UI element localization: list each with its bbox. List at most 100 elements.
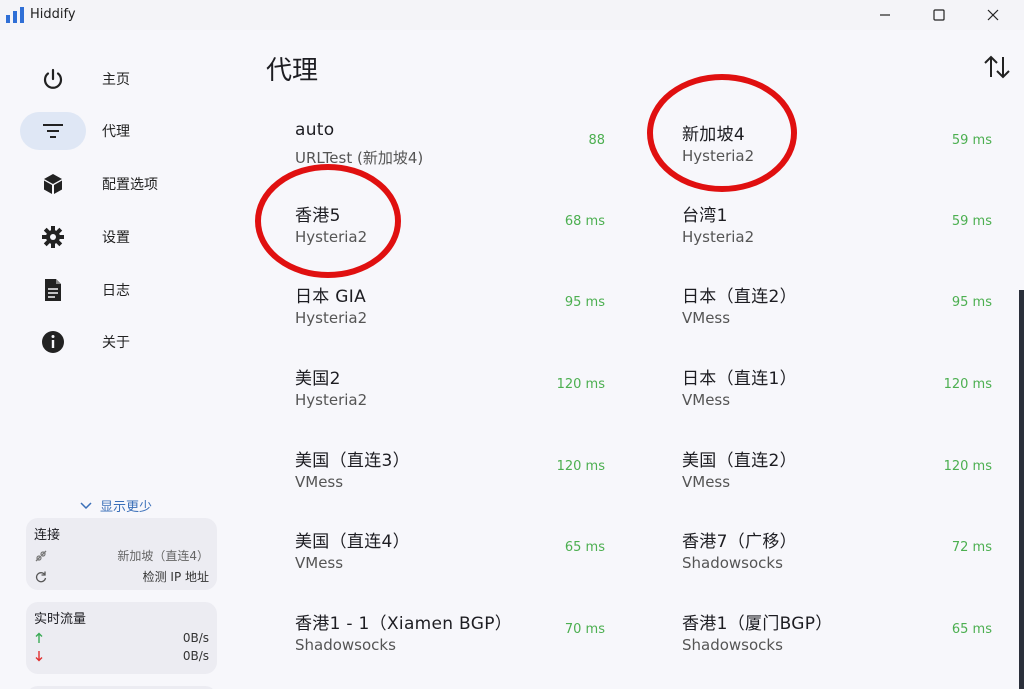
proxy-type: Hysteria2 [295, 309, 368, 327]
proxy-type: Hysteria2 [682, 147, 755, 165]
traffic-title: 实时流量 [34, 612, 87, 627]
connection-title: 连接 [34, 528, 61, 543]
proxy-delay: 95 ms [951, 295, 992, 310]
check-ip-label: 检测 IP 地址 [142, 570, 209, 584]
proxy-delay: 120 ms [943, 459, 992, 474]
proxy-item[interactable]: 美国2 Hysteria2 120 ms [295, 364, 605, 424]
proxy-type: VMess [682, 391, 731, 409]
proxy-type: Hysteria2 [682, 228, 755, 246]
close-icon [987, 9, 999, 21]
upload-arrow-icon [35, 632, 43, 643]
proxy-name: 美国2 [295, 369, 341, 389]
title-bar: Hiddify [0, 0, 1024, 30]
proxy-name: 新加坡4 [682, 125, 746, 145]
proxy-name: 香港1 - 1（Xiamen BGP） [295, 614, 513, 634]
traffic-card: 实时流量 0B/s 0B/s [26, 602, 217, 674]
proxy-type: VMess [682, 309, 731, 327]
sidebar-item-profiles[interactable]: 配置选项 [20, 165, 216, 203]
proxy-delay: 70 ms [564, 622, 605, 637]
proxy-delay: 59 ms [951, 133, 992, 148]
sidebar-item-label: 关于 [102, 335, 130, 351]
proxy-type: VMess [295, 554, 344, 572]
proxy-name: 香港7（广移） [682, 532, 797, 552]
filter-icon [43, 124, 63, 138]
outbound-name: 新加坡（直连4） [117, 549, 209, 563]
sidebar-item-logs[interactable]: 日志 [20, 271, 216, 309]
sidebar-item-label: 设置 [102, 230, 130, 246]
proxy-delay: 65 ms [564, 540, 605, 555]
upload-row: 0B/s [34, 631, 209, 645]
check-ip-row[interactable]: 检测 IP 地址 [34, 568, 209, 585]
download-arrow-icon [35, 651, 43, 662]
proxy-item[interactable]: 美国（直连4） VMess 65 ms [295, 527, 605, 587]
download-speed: 0B/s [182, 649, 209, 663]
proxy-name: 美国（直连4） [295, 532, 410, 552]
refresh-icon [35, 571, 47, 582]
proxy-type: Shadowsocks [295, 636, 396, 654]
sidebar: 主页 代理 配置选项 设置 日志 关于 显示更少 连接 新加坡（直连4） 检测 … [0, 30, 230, 689]
gear-icon [42, 226, 64, 248]
proxy-delay: 65 ms [951, 622, 992, 637]
proxy-delay: 68 ms [564, 214, 605, 229]
proxy-name: 美国（直连2） [682, 451, 797, 471]
box-icon [44, 174, 62, 194]
proxy-item[interactable]: 香港1 - 1（Xiamen BGP） Shadowsocks 70 ms [295, 609, 605, 669]
proxy-type: VMess [295, 473, 344, 491]
sidebar-item-proxies[interactable]: 代理 [20, 112, 216, 150]
proxy-item[interactable]: 日本（直连1） VMess 120 ms [682, 364, 992, 424]
info-icon [42, 331, 64, 353]
proxy-item[interactable]: 美国（直连2） VMess 120 ms [682, 446, 992, 506]
power-icon [43, 68, 63, 89]
proxy-name: 香港1（厦门BGP） [682, 614, 833, 634]
proxy-type: Shadowsocks [682, 554, 783, 572]
maximize-button[interactable] [916, 0, 962, 30]
sidebar-item-home[interactable]: 主页 [20, 60, 216, 98]
show-less-button[interactable]: 显示更少 [80, 496, 152, 515]
proxy-type: Shadowsocks [682, 636, 783, 654]
show-less-label: 显示更少 [100, 500, 153, 515]
proxy-name: auto [295, 120, 335, 140]
outbound-row[interactable]: 新加坡（直连4） [34, 547, 209, 564]
sort-icon [984, 55, 1010, 79]
sidebar-item-about[interactable]: 关于 [20, 323, 216, 361]
proxy-item[interactable]: 新加坡4 Hysteria2 59 ms [682, 120, 992, 180]
sort-button[interactable] [982, 54, 1012, 80]
upload-speed: 0B/s [182, 631, 209, 645]
proxy-item[interactable]: 美国（直连3） VMess 120 ms [295, 446, 605, 506]
proxy-delay: 95 ms [564, 295, 605, 310]
proxy-delay: 88 [588, 133, 605, 148]
proxy-delay: 59 ms [951, 214, 992, 229]
minimize-button[interactable] [862, 0, 908, 30]
proxy-name: 日本 GIA [295, 287, 367, 307]
connection-card: 连接 新加坡（直连4） 检测 IP 地址 [26, 518, 217, 590]
proxy-name: 香港5 [295, 206, 341, 226]
sidebar-item-label: 代理 [102, 124, 130, 140]
proxy-item[interactable]: 香港1（厦门BGP） Shadowsocks 65 ms [682, 609, 992, 669]
proxy-delay: 120 ms [556, 459, 605, 474]
proxy-delay: 120 ms [943, 377, 992, 392]
sidebar-item-label: 配置选项 [102, 177, 158, 193]
document-icon [45, 279, 61, 301]
proxy-name: 台湾1 [682, 206, 728, 226]
minimize-icon [880, 14, 890, 16]
maximize-icon [933, 9, 945, 21]
window-title: Hiddify [30, 7, 76, 22]
proxy-item[interactable]: auto URLTest (新加坡4) 88 [295, 120, 605, 180]
proxy-delay: 120 ms [556, 377, 605, 392]
proxy-item[interactable]: 日本 GIA Hysteria2 95 ms [295, 282, 605, 342]
proxy-type: Hysteria2 [295, 391, 368, 409]
proxy-name: 日本（直连1） [682, 369, 797, 389]
proxy-item[interactable]: 日本（直连2） VMess 95 ms [682, 282, 992, 342]
proxy-type: URLTest (新加坡4) [295, 149, 424, 167]
link-icon [35, 550, 47, 561]
hiddify-logo-icon [6, 7, 24, 23]
sidebar-item-label: 主页 [102, 72, 130, 88]
proxy-item[interactable]: 香港5 Hysteria2 68 ms [295, 201, 605, 261]
close-button[interactable] [970, 0, 1016, 30]
proxy-delay: 72 ms [951, 540, 992, 555]
chevron-down-icon [80, 501, 92, 509]
proxy-item[interactable]: 台湾1 Hysteria2 59 ms [682, 201, 992, 261]
proxy-item[interactable]: 香港7（广移） Shadowsocks 72 ms [682, 527, 992, 587]
download-row: 0B/s [34, 649, 209, 663]
sidebar-item-settings[interactable]: 设置 [20, 218, 216, 256]
